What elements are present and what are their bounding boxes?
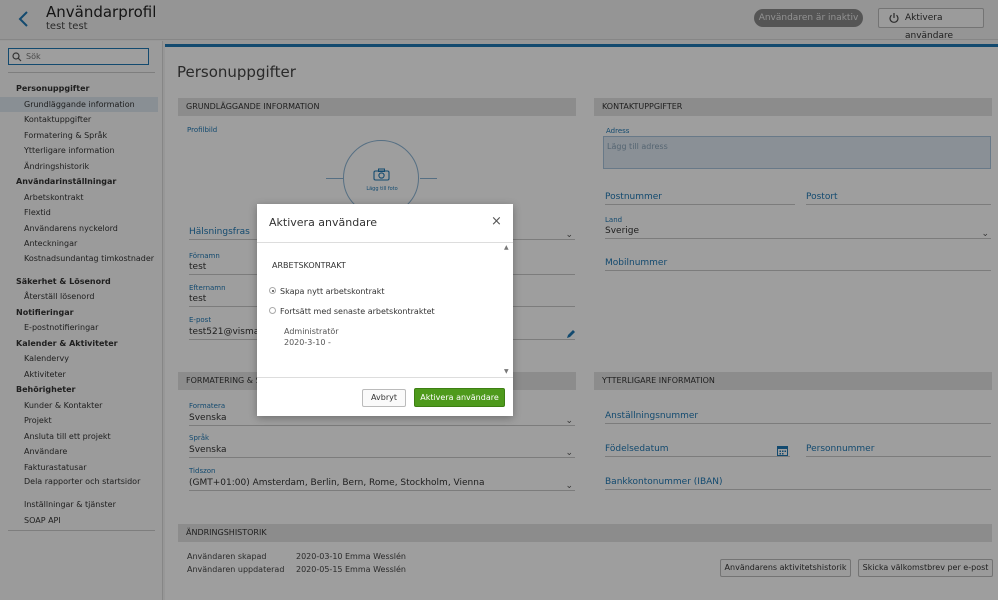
radio-continue-contract[interactable]: Fortsätt med senaste arbetskontraktet	[269, 307, 435, 316]
radio-new-contract-label: Skapa nytt arbetskontrakt	[280, 287, 385, 296]
scroll-up-icon[interactable]: ▲	[504, 244, 509, 251]
close-icon[interactable]: ×	[491, 215, 502, 228]
dialog-footer-divider	[257, 377, 513, 378]
dialog-body: Arbetskontrakt Skapa nytt arbetskontrakt…	[257, 243, 513, 377]
dialog-scrollbar[interactable]: ▲ ▼	[503, 244, 511, 376]
contract-role: Administratör	[284, 327, 339, 336]
dialog-section-title: Arbetskontrakt	[272, 261, 346, 270]
contract-date-range: 2020-3-10 -	[284, 338, 331, 347]
radio-new-contract[interactable]: Skapa nytt arbetskontrakt	[269, 287, 385, 296]
activate-user-dialog: Aktivera användare × Arbetskontrakt Skap…	[257, 204, 513, 416]
scroll-down-icon[interactable]: ▼	[504, 368, 509, 375]
radio-selected-icon	[269, 287, 276, 294]
radio-unselected-icon	[269, 307, 276, 314]
radio-continue-contract-label: Fortsätt med senaste arbetskontraktet	[280, 307, 435, 316]
cancel-button[interactable]: Avbryt	[362, 389, 406, 407]
activate-user-confirm-button[interactable]: Aktivera användare	[414, 388, 505, 407]
dialog-title: Aktivera användare	[269, 216, 378, 229]
